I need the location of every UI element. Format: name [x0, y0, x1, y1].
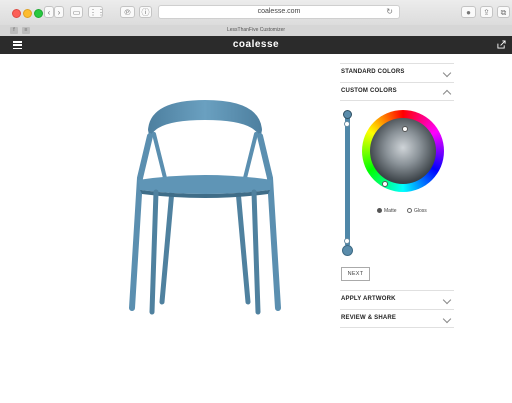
- brand-logo[interactable]: coalesse: [0, 36, 512, 54]
- slider-end-handle[interactable]: [344, 238, 350, 244]
- share-button[interactable]: ⇪: [480, 6, 493, 18]
- chevron-down-icon: [442, 314, 452, 324]
- reload-icon[interactable]: ↻: [386, 6, 393, 18]
- forward-button[interactable]: ›: [54, 6, 64, 18]
- gloss-radio[interactable]: [407, 208, 412, 213]
- zoom-window-button[interactable]: [34, 9, 43, 18]
- section-label: STANDARD COLORS: [341, 69, 405, 75]
- standard-colors-section[interactable]: STANDARD COLORS: [340, 63, 454, 82]
- section-label: REVIEW & SHARE: [341, 315, 397, 321]
- customizer-panel-lower: APPLY ARTWORK REVIEW & SHARE: [340, 290, 454, 328]
- next-button[interactable]: NEXT: [341, 267, 370, 281]
- brightness-slider[interactable]: [345, 115, 350, 246]
- shade-marker[interactable]: [382, 181, 388, 187]
- gloss-label: Gloss: [414, 208, 427, 214]
- apply-artwork-section[interactable]: APPLY ARTWORK: [340, 290, 454, 309]
- browser-toolbar: ‹ › ▭ ⋮⋮ ℗ ⓘ coalesse.com ↻ ● ⇪ ⧉: [0, 0, 512, 26]
- site-header: coalesse: [0, 36, 512, 54]
- close-window-button[interactable]: [12, 9, 21, 18]
- matte-label: Matte: [384, 208, 397, 214]
- url-text: coalesse.com: [257, 8, 301, 15]
- back-button[interactable]: ‹: [44, 6, 54, 18]
- customizer-panel: STANDARD COLORS CUSTOM COLORS: [340, 63, 454, 101]
- selected-color-swatch: [343, 110, 352, 119]
- matte-radio[interactable]: [377, 208, 382, 213]
- chevron-up-icon: [442, 89, 452, 99]
- section-label: APPLY ARTWORK: [341, 296, 396, 302]
- minimize-window-button[interactable]: [23, 9, 32, 18]
- sidebar-icon[interactable]: ▭: [70, 6, 83, 18]
- chevron-down-icon: [442, 295, 452, 305]
- top-sites-icon[interactable]: ⋮⋮: [88, 6, 105, 18]
- slider-handle[interactable]: [344, 121, 350, 127]
- color-wheel[interactable]: [362, 110, 444, 192]
- color-preview-swatch: [342, 245, 353, 256]
- review-share-section[interactable]: REVIEW & SHARE: [340, 309, 454, 328]
- section-label: CUSTOM COLORS: [341, 88, 397, 94]
- address-bar[interactable]: coalesse.com ↻: [158, 5, 400, 19]
- share-icon[interactable]: [497, 40, 506, 49]
- custom-colors-section[interactable]: CUSTOM COLORS: [340, 82, 454, 101]
- pinterest-icon[interactable]: ℗: [120, 6, 135, 18]
- info-icon[interactable]: ⓘ: [139, 6, 152, 18]
- extension-icon[interactable]: ●: [461, 6, 476, 18]
- tab-title[interactable]: LessThanFive Customizer: [0, 25, 512, 36]
- chevron-down-icon: [442, 68, 452, 78]
- chair-preview: [129, 100, 281, 315]
- tabs-button[interactable]: ⧉: [497, 6, 510, 18]
- hue-marker[interactable]: [402, 126, 408, 132]
